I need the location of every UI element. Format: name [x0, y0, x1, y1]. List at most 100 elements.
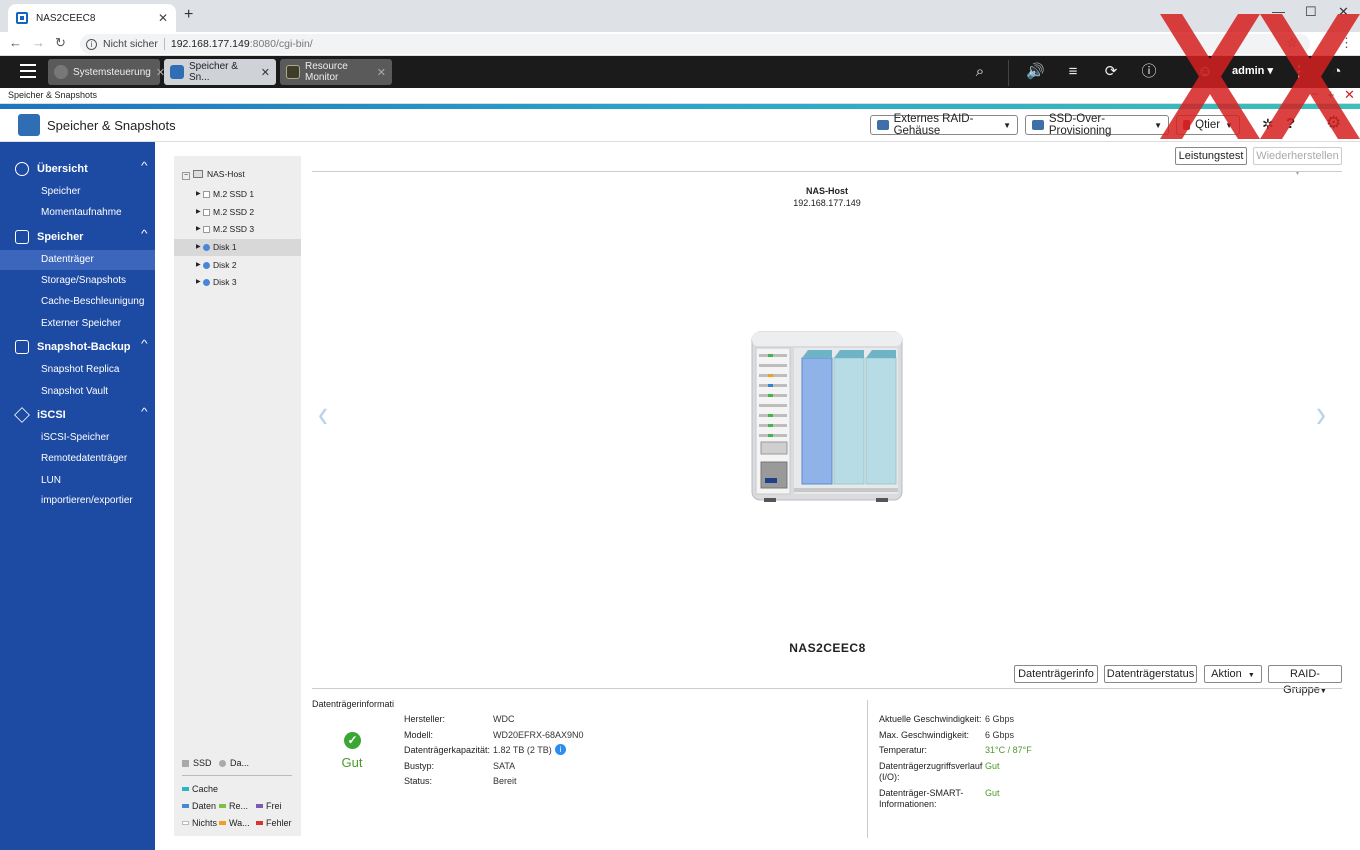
sidebar-item-snapshot-replica[interactable]: Snapshot Replica — [0, 360, 155, 380]
browser-menu-icon[interactable]: ⋮ — [1340, 35, 1353, 51]
expand-icon[interactable]: ▶ — [196, 221, 201, 238]
app-tab-label: Resource Monitor — [305, 61, 348, 83]
bookmark-star-icon[interactable]: ☆ — [1286, 35, 1298, 51]
tree-node-m2-ssd-3[interactable]: ▶ M.2 SSD 3 — [174, 221, 301, 238]
reload-icon[interactable]: ↻ — [55, 35, 66, 51]
performance-test-button[interactable]: Leistungstest — [1175, 147, 1247, 165]
sidebar-item-remote-disk[interactable]: Remotedatenträger — [0, 449, 155, 469]
browser-tab-title: NAS2CEEC8 — [36, 12, 96, 24]
warning-swatch — [219, 821, 226, 825]
status-value: Bereit — [493, 776, 517, 786]
qtier-icon — [1183, 120, 1191, 130]
back-icon[interactable]: ← — [9, 35, 22, 50]
user-menu[interactable]: admin ▾ — [1232, 64, 1273, 77]
restore-button[interactable]: Wiederherstellen ▼ — [1253, 147, 1342, 177]
ssd-slot-icon — [203, 191, 210, 198]
minimize-icon[interactable]: – — [1312, 88, 1318, 100]
raid-group-label: RAID-Gruppe — [1283, 668, 1320, 696]
iscsi-icon — [14, 407, 30, 423]
volume-icon[interactable]: 🔊 — [1026, 63, 1045, 81]
user-avatar-icon[interactable]: ☺ — [1196, 63, 1214, 81]
minimize-icon[interactable]: — — [1272, 4, 1285, 19]
cache-swatch — [182, 787, 189, 791]
sidebar-group-iscsi[interactable]: iSCSI ^ — [0, 404, 155, 426]
tree-node-disk-1[interactable]: ▶ Disk 1 — [174, 239, 301, 256]
sidebar-item-datentraeger[interactable]: Datenträger — [0, 250, 155, 270]
sidebar-group-storage[interactable]: Speicher ^ — [0, 226, 155, 248]
close-window-icon[interactable]: ✕ — [1338, 4, 1349, 20]
group-label: Speicher — [37, 231, 84, 243]
sidebar-item-speicher[interactable]: Speicher — [0, 182, 155, 202]
chevron-down-icon: ▼ — [1225, 120, 1233, 130]
sync-icon[interactable]: ⟳ — [1102, 63, 1120, 81]
external-raid-button[interactable]: Externes RAID-Gehäuse ▼ — [870, 113, 1018, 137]
bus-type-value: SATA — [493, 761, 516, 771]
more-icon[interactable]: ⋮ — [1290, 63, 1308, 81]
ssd-label: SSD-Over-Provisioning — [1048, 113, 1112, 137]
sidebar-group-overview[interactable]: Übersicht ^ — [0, 158, 155, 180]
sidebar-item-iscsi-storage[interactable]: iSCSI-Speicher — [0, 428, 155, 448]
help-icon[interactable]: ? — [1286, 115, 1295, 132]
chevron-up-icon: ^ — [141, 161, 148, 172]
prev-arrow-icon[interactable]: ‹ — [318, 393, 328, 437]
sidebar-item-lun-import[interactable]: LUN importieren/exportier — [0, 471, 155, 506]
notification-icon[interactable]: ✲ — [1262, 116, 1274, 133]
action-button[interactable]: Aktion ▼ — [1204, 665, 1262, 683]
qtier-button[interactable]: Qtier ▼ — [1176, 115, 1240, 135]
close-tab-icon[interactable]: ✕ — [158, 11, 168, 25]
close-icon[interactable]: ✕ — [1344, 87, 1355, 103]
sidebar-item-momentaufnahme[interactable]: Momentaufnahme — [0, 203, 155, 223]
sidebar-item-cache[interactable]: Cache-Beschleunigung — [0, 292, 155, 312]
legend-cache: Cache — [182, 784, 218, 794]
sidebar-group-snapshot-backup[interactable]: Snapshot-Backup ^ — [0, 336, 155, 358]
current-speed-value: 6 Gbps — [985, 714, 1015, 724]
info-icon[interactable]: ⓘ — [1140, 63, 1158, 81]
app-tab-resource-monitor[interactable]: Resource Monitor ✕ — [280, 59, 392, 85]
expand-icon[interactable]: ▶ — [196, 257, 201, 274]
forward-icon[interactable]: → — [32, 35, 45, 50]
access-history-value[interactable]: Gut — [985, 761, 1000, 771]
disk-data-icon — [203, 262, 210, 269]
app-tab-storage[interactable]: Speicher & Sn... ✕ — [164, 59, 276, 85]
raid-group-button[interactable]: RAID-Gruppe▼ — [1268, 665, 1342, 696]
ssd-overprovisioning-button[interactable]: SSD-Over-Provisioning ▼ — [1025, 113, 1169, 137]
tasks-icon[interactable]: ≡ — [1064, 63, 1082, 81]
browser-tab[interactable]: NAS2CEEC8 ✕ — [8, 4, 176, 32]
main-menu-icon[interactable] — [20, 64, 36, 78]
close-icon[interactable]: ✕ — [377, 66, 386, 79]
expand-icon[interactable]: ▶ — [196, 204, 201, 221]
database-icon — [15, 230, 29, 244]
collapse-icon[interactable]: − — [182, 172, 190, 180]
legend-label: Daten — [192, 801, 217, 811]
expand-icon[interactable]: ▶ — [196, 239, 201, 256]
next-arrow-icon[interactable]: › — [1316, 393, 1326, 437]
disk-info-button[interactable]: Datenträgerinfo — [1014, 665, 1098, 683]
sidebar-item-snapshot-vault[interactable]: Snapshot Vault — [0, 382, 155, 402]
browser-tab-strip: NAS2CEEC8 ✕ + — ☐ ✕ — [0, 0, 1360, 32]
sidebar-item-storage-snapshots[interactable]: Storage/Snapshots — [0, 271, 155, 291]
expand-icon[interactable]: ▶ — [196, 274, 201, 291]
dashboard-icon[interactable]: ◔ — [1328, 63, 1346, 81]
disk-status-button[interactable]: Datenträgerstatus — [1104, 665, 1197, 683]
smart-label-2: Informationen: — [879, 799, 937, 809]
maximize-icon[interactable]: + — [1327, 87, 1335, 102]
url-input[interactable]: i Nicht sicher 192.168.177.149 :8080/cgi… — [80, 34, 1310, 54]
smart-value[interactable]: Gut — [985, 788, 1000, 798]
info-icon[interactable]: i — [86, 38, 97, 50]
expand-icon[interactable]: ▶ — [196, 186, 201, 203]
search-icon[interactable]: ⌕ — [971, 63, 989, 81]
tree-root-nas-host[interactable]: − NAS-Host — [182, 169, 245, 180]
sidebar-item-external[interactable]: Externer Speicher — [0, 314, 155, 334]
tree-node-disk-3[interactable]: ▶ Disk 3 — [174, 274, 301, 291]
new-tab-icon[interactable]: + — [184, 6, 193, 24]
maximize-icon[interactable]: ☐ — [1305, 4, 1317, 20]
url-host: 192.168.177.149 — [170, 38, 250, 50]
info-icon[interactable]: i — [555, 744, 566, 755]
settings-gear-icon[interactable]: ⚙ — [1326, 113, 1341, 133]
app-tab-systemsteuerung[interactable]: Systemsteuerung ✕ — [48, 59, 165, 85]
tree-node-m2-ssd-2[interactable]: ▶ M.2 SSD 2 — [174, 204, 301, 221]
manufacturer-label: Hersteller: — [404, 714, 446, 724]
close-icon[interactable]: ✕ — [261, 66, 270, 79]
tree-node-disk-2[interactable]: ▶ Disk 2 — [174, 257, 301, 274]
tree-node-m2-ssd-1[interactable]: ▶ M.2 SSD 1 — [174, 186, 301, 203]
